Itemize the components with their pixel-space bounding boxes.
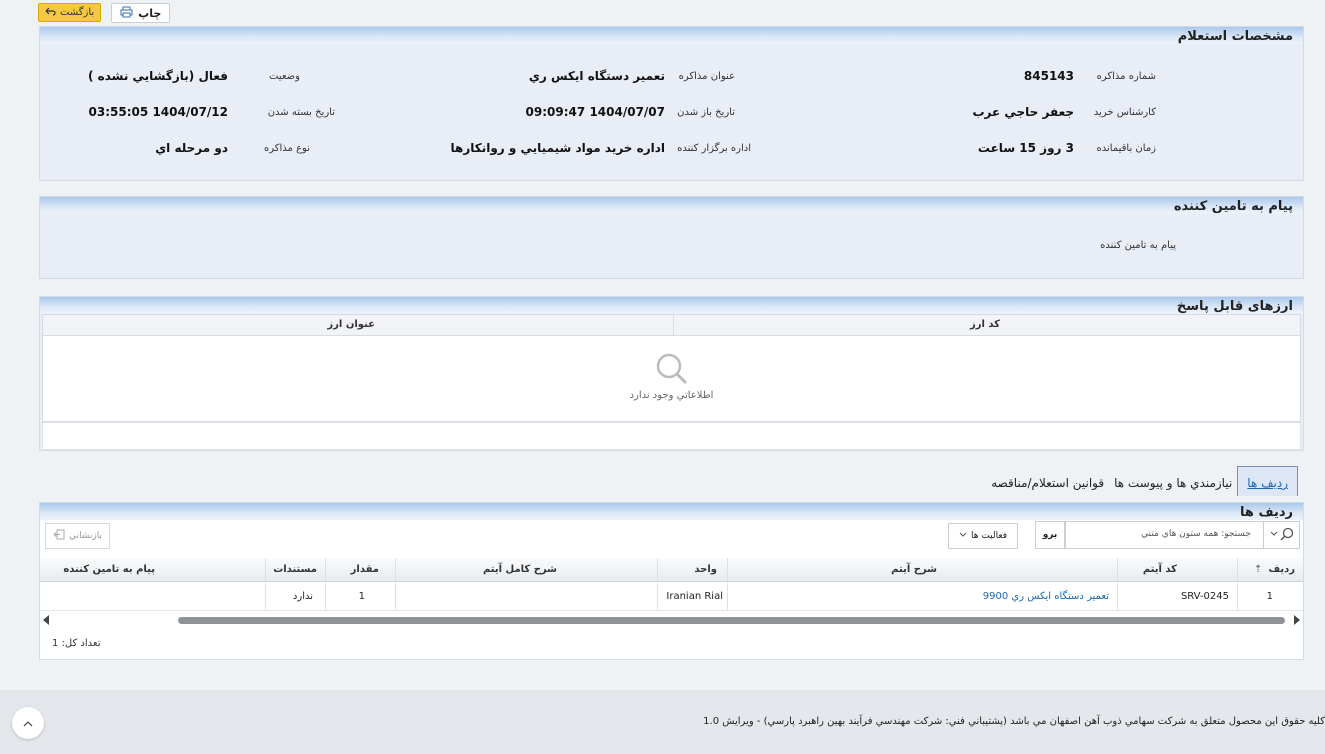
chevron-up-icon	[23, 716, 33, 730]
rows-table-header: رديف ⇡ کد آيتم شرح آيتم واحد شرح کامل آي…	[40, 558, 1303, 582]
go-button[interactable]: برو	[1035, 521, 1065, 549]
field-value: 3 روز 15 ساعت	[977, 141, 1074, 155]
empty-state: اطلاعاتي وجود ندارد	[43, 340, 1300, 401]
field-label: عنوان مذاکره	[678, 71, 735, 82]
column-divider	[673, 315, 674, 335]
chevron-down-icon	[1270, 530, 1278, 540]
footer-text: کليه حقوق اين محصول متعلق به شرکت سهامي …	[703, 716, 1325, 727]
details-title: مشخصات استعلام	[40, 27, 1303, 44]
field-open-date: تاريخ باز شدن 1404/07/07 09:09:47	[435, 105, 735, 127]
field-subject: عنوان مذاکره تعمير دستگاه ايکس ري	[435, 69, 735, 91]
cell-desc-link[interactable]: تعمير دستگاه ايکس ري 9900	[727, 583, 1117, 610]
total-count: تعداد کل: 1	[52, 638, 101, 649]
actions-button[interactable]: فعاليت ها	[948, 523, 1018, 549]
top-toolbar: بازگشت چاپ	[38, 3, 171, 23]
column-label: رديف	[1268, 564, 1295, 575]
column-currency-title[interactable]: عنوان ارز	[327, 319, 375, 330]
rows-title: رديف ها	[40, 503, 1303, 520]
message-panel: پيام به تامين کننده پيام به تامين کننده	[39, 196, 1304, 279]
field-number: شماره مذاکره 845143	[856, 69, 1156, 91]
search-menu[interactable]	[1263, 522, 1299, 548]
search-box[interactable]: جستجو: همه ستون هاي متني	[1065, 521, 1300, 549]
reset-button-label: بازنشاني	[69, 531, 102, 541]
column-row[interactable]: رديف ⇡	[1237, 558, 1303, 581]
rows-panel: رديف ها جستجو: همه ستون هاي متني برو فعا…	[39, 502, 1304, 660]
field-label: وضعيت	[269, 71, 300, 82]
currencies-panel: ارزهای قابل پاسخ کد ارز عنوان ارز اطلاعا…	[39, 296, 1304, 451]
cell-code: SRV-0245	[1117, 583, 1237, 610]
field-value: 845143	[1023, 69, 1074, 83]
field-value: 1404/07/07 09:09:47	[525, 105, 665, 119]
column-desc[interactable]: شرح آيتم	[727, 558, 1117, 581]
field-label: زمان باقيمانده	[1096, 143, 1156, 154]
scroll-right-icon[interactable]	[1294, 615, 1300, 625]
column-code[interactable]: کد آيتم	[1117, 558, 1237, 581]
field-value: تعمير دستگاه ايکس ري	[528, 69, 665, 83]
tab-requirements[interactable]: نيازمندي ها و پيوست ها	[1109, 470, 1237, 496]
field-label: تاريخ باز شدن	[677, 107, 735, 118]
column-full-desc[interactable]: شرح کامل آيتم	[395, 558, 657, 581]
column-unit[interactable]: واحد	[657, 558, 727, 581]
back-arrow-icon	[45, 7, 56, 19]
sort-icon: ⇡	[1254, 564, 1263, 575]
details-panel: مشخصات استعلام شماره مذاکره 845143 عنوان…	[39, 26, 1304, 181]
field-label: شماره مذاکره	[1096, 71, 1156, 82]
cell-unit: Iranian Rial	[657, 583, 727, 610]
field-value: جعفر حاجي عرب	[972, 105, 1074, 119]
scroll-top-button[interactable]	[12, 707, 44, 739]
currencies-grid-footer	[42, 422, 1301, 450]
search-icon	[655, 352, 689, 386]
horizontal-scrollbar[interactable]	[40, 614, 1303, 626]
field-status: وضعيت فعال (بازگشايي نشده )	[50, 69, 300, 91]
field-value: 1404/07/12 03:55:05	[88, 105, 228, 119]
field-label: نوع مذاکره	[264, 143, 310, 154]
actions-button-label: فعاليت ها	[970, 531, 1008, 541]
currencies-grid-header: کد ارز عنوان ارز	[43, 315, 1300, 336]
column-docs[interactable]: مستندات	[265, 558, 325, 581]
reset-button[interactable]: بازنشاني	[45, 523, 110, 549]
cell-msg	[40, 583, 265, 610]
cell-docs: ندارد	[265, 583, 325, 610]
message-title: پيام به تامين کننده	[40, 197, 1303, 214]
field-type: نوع مذاکره دو مرحله اي	[60, 141, 310, 163]
column-currency-code[interactable]: کد ارز	[970, 319, 1000, 330]
field-label: اداره برگزار کننده	[677, 143, 751, 154]
field-value: اداره خريد مواد شيميايي و روانكارها	[450, 141, 666, 155]
field-close-date: تاريخ بسته شدن 1404/07/12 03:55:05	[75, 105, 335, 127]
cell-qty: 1	[325, 583, 395, 610]
search-icon	[1279, 527, 1294, 544]
printer-icon	[120, 6, 133, 21]
chevron-down-icon	[959, 531, 967, 541]
column-msg[interactable]: پيام به تامين کننده	[40, 558, 265, 581]
tabs: رديف ها نيازمندي ها و پيوست ها قوانين اس…	[986, 466, 1298, 496]
field-value: دو مرحله اي	[155, 141, 228, 155]
print-button[interactable]: چاپ	[111, 3, 171, 23]
scroll-left-icon[interactable]	[43, 615, 49, 625]
table-row[interactable]: 1 SRV-0245 تعمير دستگاه ايکس ري 9900 Ira…	[40, 583, 1303, 611]
empty-text: اطلاعاتي وجود ندارد	[629, 390, 714, 401]
back-button[interactable]: بازگشت	[38, 3, 102, 22]
tab-rows[interactable]: رديف ها	[1237, 466, 1298, 496]
scrollbar-thumb[interactable]	[178, 617, 1285, 624]
currencies-title: ارزهای قابل پاسخ	[40, 297, 1303, 314]
field-expert: کارشناس خريد جعفر حاجي عرب	[856, 105, 1156, 127]
cell-row: 1	[1237, 583, 1303, 610]
back-button-label: بازگشت	[60, 7, 95, 18]
cell-full-desc	[395, 583, 657, 610]
field-office: اداره برگزار کننده اداره خريد مواد شيميا…	[421, 141, 752, 163]
message-label: پيام به تامين کننده	[1100, 240, 1176, 251]
tab-rules[interactable]: قوانين استعلام/مناقصه	[986, 470, 1109, 496]
field-value: فعال (بازگشايي نشده )	[87, 69, 228, 83]
search-input[interactable]: جستجو: همه ستون هاي متني	[1141, 529, 1251, 539]
field-label: تاريخ بسته شدن	[267, 107, 335, 118]
field-label: کارشناس خريد	[1093, 107, 1156, 118]
column-qty[interactable]: مقدار	[325, 558, 395, 581]
reset-icon	[53, 529, 65, 543]
message-field: پيام به تامين کننده	[976, 240, 1176, 258]
field-remaining: زمان باقيمانده 3 روز 15 ساعت	[856, 141, 1156, 163]
print-button-label: چاپ	[138, 6, 162, 20]
rows-toolbar: جستجو: همه ستون هاي متني برو فعاليت ها ب…	[40, 521, 1303, 556]
currencies-grid: کد ارز عنوان ارز اطلاعاتي وجود ندارد	[42, 314, 1301, 422]
